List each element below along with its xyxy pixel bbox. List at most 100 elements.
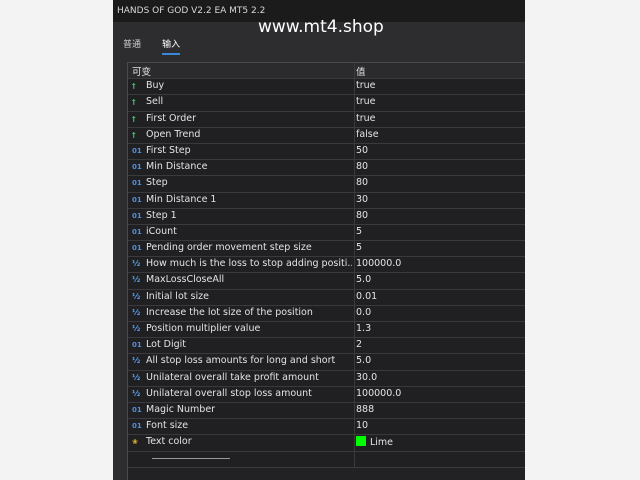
input-row[interactable]: ½ Increase the lot size of the position 0.… xyxy=(128,305,525,322)
input-value-cell[interactable]: 1.3 xyxy=(356,323,524,334)
input-value-cell[interactable]: true xyxy=(356,113,524,124)
input-value-cell[interactable]: true xyxy=(356,80,524,91)
input-name: Text color xyxy=(146,436,192,448)
input-row[interactable]: 01 Magic Number 888 xyxy=(128,402,525,420)
input-row[interactable]: † Open Trend false xyxy=(128,127,525,144)
input-row[interactable]: ½ All stop loss amounts for long and shor… xyxy=(128,354,525,371)
input-name-cell: ½ Position multiplier value xyxy=(132,323,352,334)
input-value: 30 xyxy=(356,193,369,205)
input-value-cell[interactable]: 80 xyxy=(356,177,524,188)
double-icon: ½ xyxy=(132,372,141,382)
input-name-cell: 01 First Step xyxy=(132,145,352,156)
input-value-cell[interactable]: 30.0 xyxy=(356,372,524,383)
input-value-cell[interactable]: 30 xyxy=(356,194,524,205)
input-value: true xyxy=(356,112,376,124)
input-row[interactable]: 01 Lot Digit 2 xyxy=(128,338,525,355)
input-row[interactable]: 01 iCount 5 xyxy=(128,224,525,242)
column-divider xyxy=(354,176,355,192)
watermark-text: www.mt4.shop xyxy=(258,17,384,37)
input-value-cell[interactable]: true xyxy=(356,96,524,107)
column-divider xyxy=(354,208,355,224)
input-row[interactable]: 01 Min Distance 80 xyxy=(128,160,525,177)
input-value-cell[interactable]: 50 xyxy=(356,145,524,156)
ea-properties-window: HANDS OF GOD V2.2 EA MT5 2.2 普通 输入 可变 值 … xyxy=(113,0,525,480)
input-row[interactable]: ❀ Text color Lime xyxy=(128,435,525,452)
input-name-cell: ½ All stop loss amounts for long and shor… xyxy=(132,355,352,366)
input-row[interactable]: ½ MaxLossCloseAll 5.0 xyxy=(128,273,525,290)
tab-inputs[interactable]: 输入 xyxy=(162,37,181,55)
input-row[interactable]: ½ How much is the loss to stop adding pos… xyxy=(128,257,525,274)
input-name: Lot Digit xyxy=(146,339,187,351)
input-value: 100000.0 xyxy=(356,387,402,399)
input-name-cell: † First Order xyxy=(132,113,352,124)
input-value: 888 xyxy=(356,403,375,415)
input-value-cell[interactable]: 0.01 xyxy=(356,291,524,302)
input-value-cell[interactable]: Lime xyxy=(356,436,524,448)
input-row[interactable] xyxy=(128,451,525,468)
input-value: 2 xyxy=(356,339,363,351)
column-header-variable[interactable]: 可变 xyxy=(132,64,352,78)
input-row[interactable]: ½ Unilateral overall stop loss amount 1000… xyxy=(128,386,525,403)
input-name: Buy xyxy=(146,80,165,92)
column-header-value[interactable]: 值 xyxy=(356,64,524,78)
input-name: Font size xyxy=(146,420,189,432)
tab-common[interactable]: 普通 xyxy=(123,37,141,53)
input-name-cell: 01 Pending order movement step size xyxy=(132,242,352,253)
input-row[interactable]: † Sell true xyxy=(128,95,525,112)
column-divider xyxy=(354,224,355,241)
input-name-cell: 01 Min Distance 1 xyxy=(132,194,352,205)
input-name-cell xyxy=(132,453,352,464)
input-row[interactable]: † Buy true xyxy=(128,79,525,96)
input-value-cell[interactable]: 2 xyxy=(356,339,524,350)
input-value: 80 xyxy=(356,177,369,189)
input-value-cell[interactable]: 100000.0 xyxy=(356,258,524,269)
input-value-cell[interactable]: 5 xyxy=(356,226,524,237)
input-value-cell[interactable]: 100000.0 xyxy=(356,388,524,399)
input-row[interactable]: 01 Min Distance 1 30 xyxy=(128,192,525,209)
input-row[interactable]: 01 Pending order movement step size 5 xyxy=(128,241,525,258)
input-value: 0.01 xyxy=(356,290,378,302)
input-value-cell[interactable]: 10 xyxy=(356,420,524,431)
input-name-cell: ½ Increase the lot size of the position xyxy=(132,307,352,318)
int-icon: 01 xyxy=(132,195,142,204)
input-name: Open Trend xyxy=(146,128,201,140)
input-name-cell: 01 Lot Digit xyxy=(132,339,352,350)
input-row[interactable]: ½ Initial lot size 0.01 xyxy=(128,289,525,306)
input-value-cell[interactable]: 888 xyxy=(356,404,524,415)
input-value-cell[interactable]: 5.0 xyxy=(356,274,524,285)
input-row[interactable]: 01 Step 1 80 xyxy=(128,208,525,225)
column-divider xyxy=(354,160,355,176)
column-divider xyxy=(354,111,355,127)
input-row[interactable]: 01 Font size 10 xyxy=(128,419,525,436)
column-divider xyxy=(354,322,355,338)
input-value-cell[interactable]: false xyxy=(356,129,524,140)
tab-bar: 普通 输入 xyxy=(123,32,196,55)
input-value-cell[interactable]: 5.0 xyxy=(356,355,524,366)
int-icon: 01 xyxy=(132,163,142,172)
separator-line xyxy=(152,457,230,459)
input-value-cell[interactable]: 5 xyxy=(356,242,524,253)
input-value: 5.0 xyxy=(356,355,372,367)
input-name-cell: 01 Font size xyxy=(132,420,352,431)
double-icon: ½ xyxy=(132,259,141,269)
input-name: How much is the loss to stop adding posi… xyxy=(146,258,352,270)
input-value: 5.0 xyxy=(356,274,372,286)
column-divider xyxy=(354,419,355,435)
int-icon: 01 xyxy=(132,211,142,220)
column-divider xyxy=(354,305,355,321)
input-name: Position multiplier value xyxy=(146,323,261,334)
input-row[interactable]: † First Order true xyxy=(128,111,525,128)
int-icon: 01 xyxy=(132,179,142,188)
input-row[interactable]: 01 First Step 50 xyxy=(128,143,525,161)
column-divider xyxy=(354,143,355,160)
input-value-cell[interactable]: 0.0 xyxy=(356,307,524,318)
int-icon: 01 xyxy=(132,341,142,350)
inputs-grid: 可变 值 † Buy true † Sell true † First Order true † O… xyxy=(127,62,525,480)
input-row[interactable]: ½ Unilateral overall take profit amount 30… xyxy=(128,370,525,387)
input-value-cell[interactable]: 80 xyxy=(356,210,524,221)
input-value-cell[interactable]: 80 xyxy=(356,161,524,172)
double-icon: ½ xyxy=(132,388,141,398)
input-row[interactable]: ½ Position multiplier value 1.3 xyxy=(128,322,525,339)
input-row[interactable]: 01 Step 80 xyxy=(128,176,525,193)
input-value: 10 xyxy=(356,420,369,432)
